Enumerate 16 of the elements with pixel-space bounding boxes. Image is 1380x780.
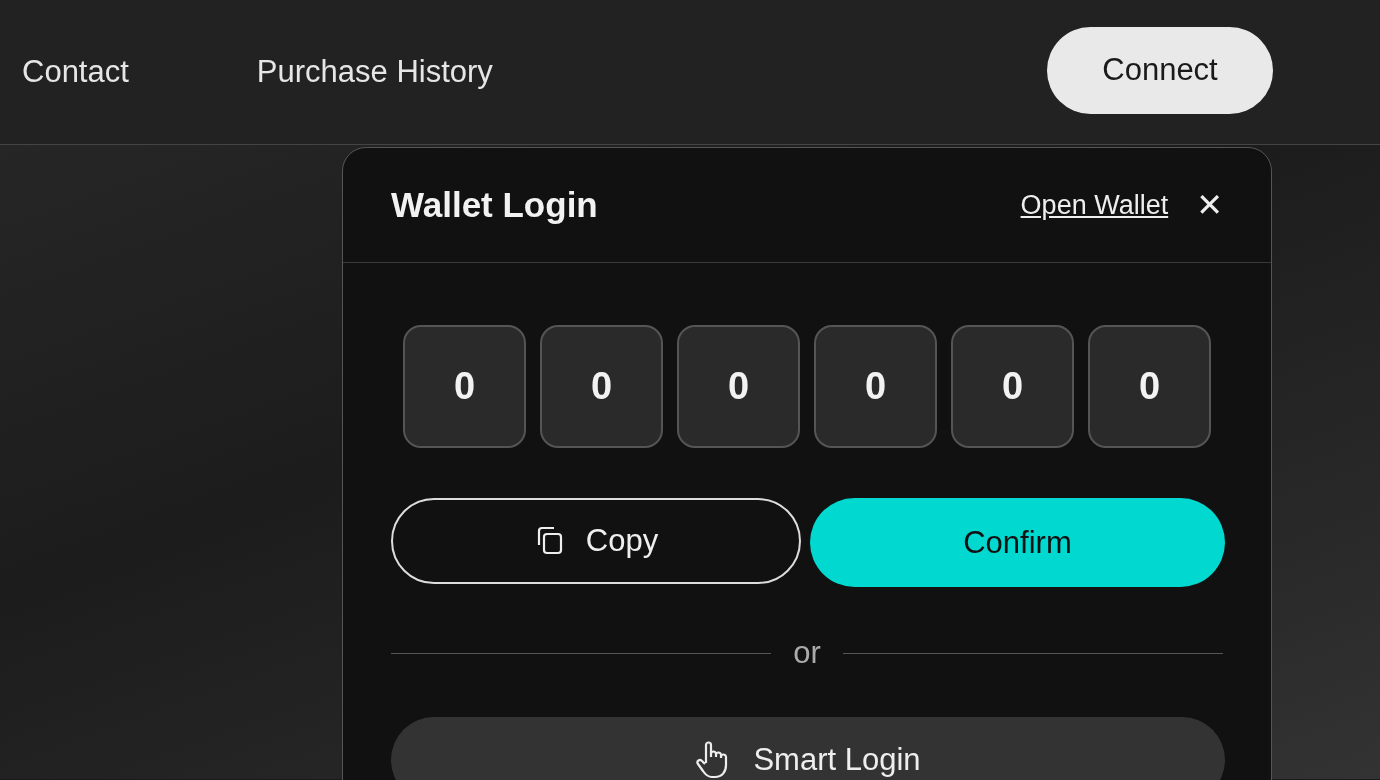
- smart-login-button[interactable]: Smart Login: [391, 717, 1225, 780]
- open-wallet-link[interactable]: Open Wallet: [1020, 189, 1169, 221]
- nav-link[interactable]: Purchase History: [256, 54, 493, 90]
- code-digit-field[interactable]: 0: [814, 325, 937, 448]
- connect-button[interactable]: Connect: [1047, 26, 1273, 114]
- copy-button[interactable]: Copy: [391, 498, 801, 584]
- code-digit-field[interactable]: 0: [677, 325, 800, 448]
- confirm-button[interactable]: Confirm: [810, 498, 1225, 587]
- close-button[interactable]: ✕: [1196, 186, 1223, 224]
- nav-link[interactable]: Contact: [22, 54, 129, 90]
- code-digit-field[interactable]: 0: [403, 325, 526, 448]
- code-digit-field[interactable]: 0: [540, 325, 663, 448]
- code-digit-field[interactable]: 0: [951, 325, 1074, 448]
- dialog-title: Wallet Login: [391, 185, 599, 225]
- divider-text: or: [793, 635, 821, 671]
- code-digit-field[interactable]: 0: [1088, 325, 1211, 448]
